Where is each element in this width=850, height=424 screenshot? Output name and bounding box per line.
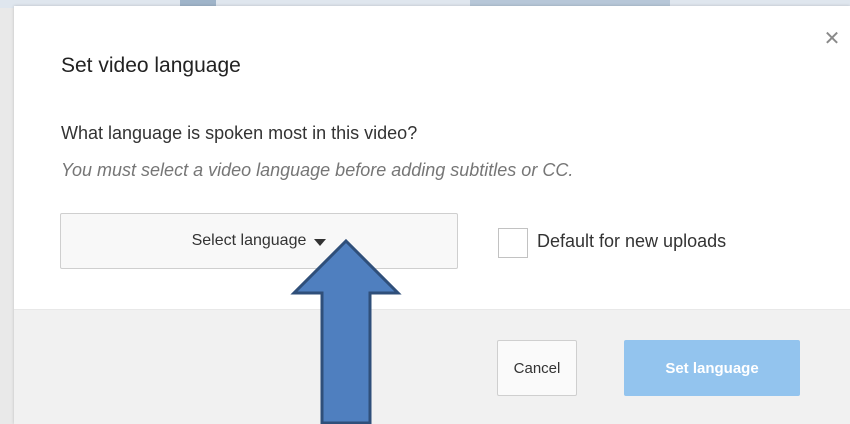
set-video-language-dialog: ✕ Set video language What language is sp… xyxy=(14,6,850,424)
annotation-arrow-shape xyxy=(290,238,402,424)
dialog-title: Set video language xyxy=(61,54,241,77)
language-question: What language is spoken most in this vid… xyxy=(61,123,418,143)
set-language-button[interactable]: Set language xyxy=(624,340,800,396)
up-arrow-icon xyxy=(290,238,402,424)
close-icon[interactable]: ✕ xyxy=(820,26,844,50)
language-hint: You must select a video language before … xyxy=(61,160,574,180)
screenshot-canvas: ✕ Set video language What language is sp… xyxy=(0,0,850,424)
cancel-button[interactable]: Cancel xyxy=(497,340,577,396)
default-for-new-uploads-checkbox[interactable] xyxy=(498,228,528,258)
dialog-footer: Cancel Set language xyxy=(14,309,850,424)
background-page-edge xyxy=(0,8,14,424)
default-for-new-uploads-label[interactable]: Default for new uploads xyxy=(537,231,726,252)
